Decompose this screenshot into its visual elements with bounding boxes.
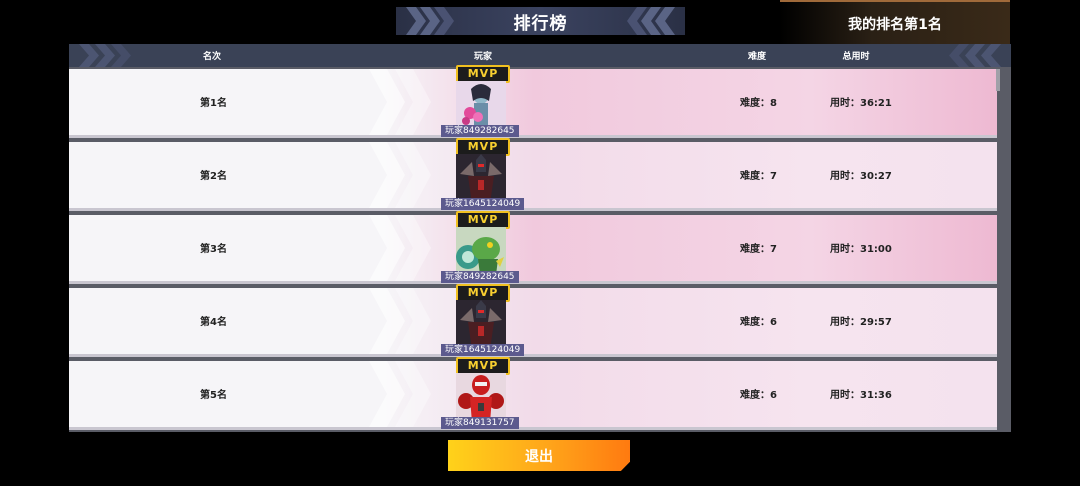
- player-avatar[interactable]: MVP: [450, 357, 512, 423]
- difficulty-value: 难度：7: [740, 171, 777, 182]
- pink-hair-warrior-icon: [456, 81, 506, 131]
- chevron-decoration-icon: [406, 7, 454, 35]
- player-name: 玩家1645124049: [441, 344, 525, 356]
- page-title: 排行榜: [513, 13, 568, 34]
- player-avatar[interactable]: MVP: [450, 138, 512, 204]
- dark-armored-demon-icon: [456, 154, 506, 204]
- chevron-decoration-icon: [949, 44, 1001, 67]
- time-value: 用时：31:00: [830, 244, 892, 255]
- red-armored-hero-icon: [456, 373, 506, 423]
- rank-label: 第1名: [200, 98, 227, 109]
- difficulty-value: 难度：6: [740, 317, 777, 328]
- player-name: 玩家849282645: [441, 125, 519, 137]
- rank-label: 第3名: [200, 244, 227, 255]
- player-name: 玩家849282645: [441, 271, 519, 283]
- column-header-rank: 名次: [202, 52, 222, 62]
- time-value: 用时：29:57: [830, 317, 892, 328]
- leaderboard-panel: 名次 玩家 难度 总用时 第1名 MVP 玩家849282645 难度：8 用时…: [69, 44, 1011, 432]
- column-header-time: 总用时: [842, 52, 870, 62]
- table-row[interactable]: 第4名 MVP 玩家1645124049 难度：6 用时：29:57: [69, 284, 997, 357]
- rank-label: 第2名: [200, 171, 227, 182]
- rank-label: 第5名: [200, 390, 227, 401]
- dark-armored-demon-icon: [456, 300, 506, 350]
- table-header: 名次 玩家 难度 总用时: [69, 44, 1011, 67]
- chevron-decoration-icon: [369, 288, 431, 354]
- table-row[interactable]: 第1名 MVP 玩家849282645 难度：8 用时：36:21: [69, 65, 997, 138]
- player-avatar[interactable]: MVP: [450, 65, 512, 131]
- table-row[interactable]: 第3名 MVP 玩家849282645 难度：7 用时：31:00: [69, 211, 997, 284]
- difficulty-value: 难度：8: [740, 98, 777, 109]
- table-row[interactable]: 第2名 MVP 玩家1645124049 难度：7 用时：30:27: [69, 138, 997, 211]
- player-name: 玩家1645124049: [441, 198, 525, 210]
- column-header-player: 玩家: [473, 52, 493, 62]
- time-value: 用时：36:21: [830, 98, 892, 109]
- scrollbar[interactable]: [996, 69, 1000, 91]
- difficulty-value: 难度：6: [740, 390, 777, 401]
- chevron-decoration-icon: [369, 215, 431, 281]
- player-avatar[interactable]: MVP: [450, 284, 512, 350]
- player-avatar[interactable]: MVP: [450, 211, 512, 277]
- my-rank-label: 我的排名第1名: [780, 0, 1010, 46]
- column-header-difficulty: 难度: [747, 52, 767, 62]
- time-value: 用时：30:27: [830, 171, 892, 182]
- chevron-decoration-icon: [79, 44, 131, 67]
- exit-button[interactable]: 退出: [448, 440, 630, 471]
- chevron-decoration-icon: [369, 142, 431, 208]
- chevron-decoration-icon: [369, 69, 431, 135]
- chevron-decoration-icon: [369, 361, 431, 427]
- difficulty-value: 难度：7: [740, 244, 777, 255]
- table-row[interactable]: 第5名 MVP 玩家849131757 难度：6 用时：31:36: [69, 357, 997, 430]
- player-name: 玩家849131757: [441, 417, 519, 429]
- time-value: 用时：31:36: [830, 390, 892, 401]
- chevron-decoration-icon: [627, 7, 675, 35]
- leaderboard-title-bar: 排行榜: [396, 7, 685, 35]
- green-beast-icon: [456, 227, 506, 277]
- rank-label: 第4名: [200, 317, 227, 328]
